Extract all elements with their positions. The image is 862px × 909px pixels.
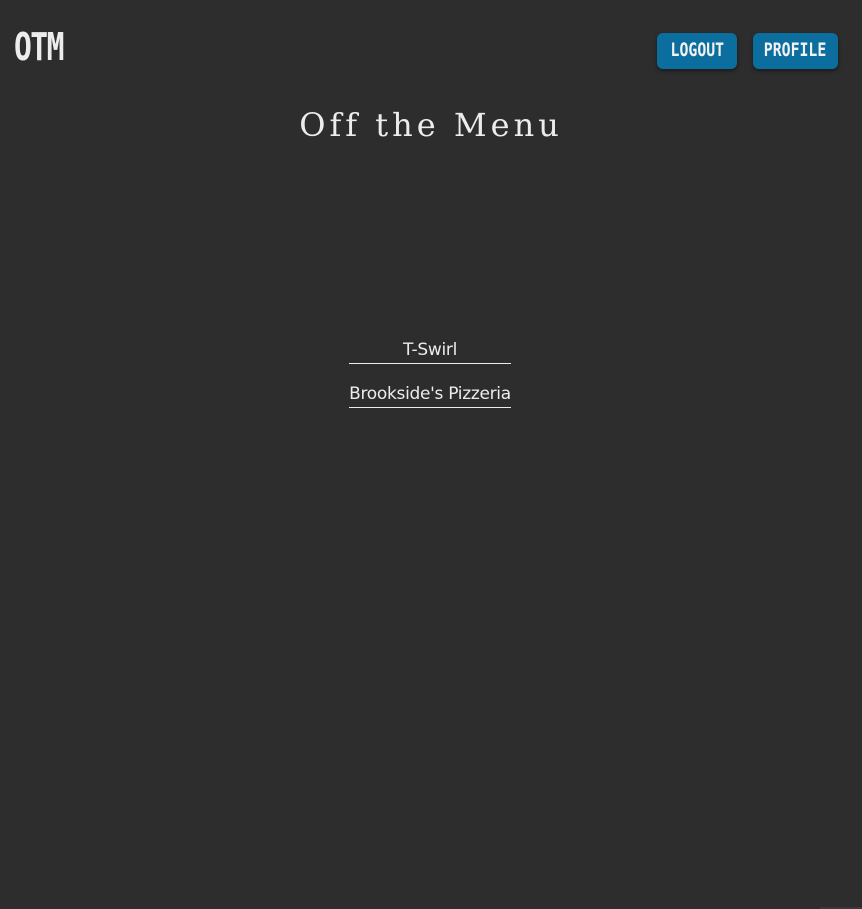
- logout-label: Logout: [670, 38, 724, 61]
- restaurant-link-brooksides-pizzeria[interactable]: Brookside's Pizzeria: [349, 382, 511, 408]
- list-item: Brookside's Pizzeria: [349, 382, 511, 426]
- list-item: T-Swirl: [349, 338, 511, 382]
- restaurant-link-t-swirl[interactable]: T-Swirl: [349, 338, 511, 364]
- restaurant-list: T-Swirl Brookside's Pizzeria: [349, 338, 511, 426]
- profile-label: Profile: [764, 38, 827, 61]
- app-logo[interactable]: OTM: [14, 27, 64, 67]
- profile-button[interactable]: Profile: [753, 33, 838, 69]
- logout-button[interactable]: Logout: [657, 33, 737, 69]
- page-title: Off the Menu: [299, 106, 563, 144]
